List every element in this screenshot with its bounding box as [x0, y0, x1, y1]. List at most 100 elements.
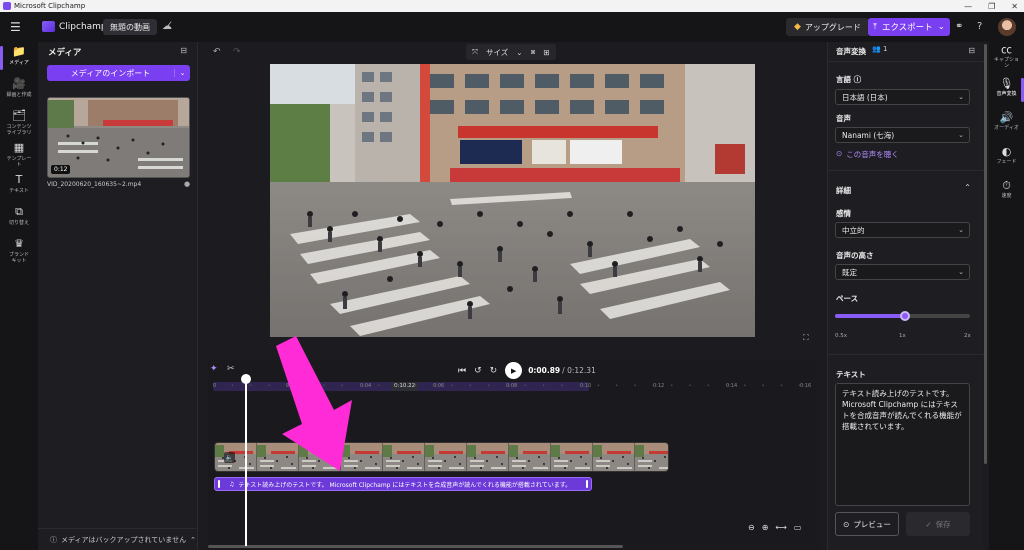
rail-item-audio[interactable]: 🔊 オーディオ — [989, 112, 1024, 132]
street-scene-preview — [270, 64, 755, 337]
export-button[interactable]: ⤒ エクスポート ⌄ — [868, 18, 950, 36]
backup-notice[interactable]: ⓘ メディアはバックアップされていません ⌃ — [38, 528, 198, 550]
rail-item-captions[interactable]: ㏄キャプション — [989, 44, 1024, 70]
timeline-scrollbar[interactable] — [208, 545, 623, 548]
undo-icon[interactable]: ↶ — [213, 47, 221, 57]
voice-count-badge: 👥 1 — [872, 45, 888, 53]
backup-notice-text: メディアはバックアップされていません — [61, 535, 187, 544]
magic-icon[interactable]: ✦ — [210, 364, 218, 374]
fullscreen-icon[interactable]: ⛶ — [803, 333, 809, 343]
ruler-tick-dot: • — [395, 383, 399, 389]
ruler-tick-dot: • — [761, 383, 765, 389]
crop-icon[interactable]: ⧈ — [531, 47, 536, 57]
ruler-tick-dot: • — [542, 383, 546, 389]
avatar[interactable] — [998, 18, 1016, 36]
close-panel-icon[interactable]: ⊟ — [968, 46, 975, 55]
video-preview[interactable] — [270, 64, 755, 337]
transitions-icon: ⧉ — [15, 205, 23, 218]
upgrade-button[interactable]: ◆ アップグレード — [786, 18, 869, 36]
maximize-button[interactable]: ❐ — [988, 2, 995, 11]
playhead[interactable] — [241, 374, 251, 546]
rail-item-library[interactable]: 🗂 コンテンツ ライブラリ — [0, 110, 38, 137]
trim-handle-left[interactable] — [218, 480, 220, 488]
preview-button[interactable]: ⊙ プレビュー — [835, 512, 899, 536]
media-status-icon: ● — [184, 180, 191, 188]
text-icon: T — [15, 173, 23, 186]
left-navigation-rail: 📁 メディア 🎥 録画と作成 🗂 コンテンツ ライブラリ ▦ テンプレート T テキスト ⧉ 切り替え ♛… — [0, 42, 38, 550]
rewind-5s-icon[interactable]: ↺ — [474, 366, 482, 376]
ruler-tick-label: 0:16 — [800, 383, 812, 389]
chevron-up-icon: ⌃ — [190, 535, 196, 544]
rail-item-label: フェード — [996, 159, 1017, 165]
rail-item-brand-kit[interactable]: ♛ ブランド キット — [0, 238, 38, 265]
play-button[interactable]: ▶ — [505, 362, 523, 379]
project-title[interactable]: 無題の動画 — [103, 19, 157, 35]
info-icon[interactable]: ⓘ — [854, 75, 862, 84]
caption-track-icon[interactable]: ▭ — [794, 523, 802, 532]
details-label: 詳細 — [836, 186, 851, 195]
forward-5s-icon[interactable]: ↻ — [490, 366, 498, 376]
size-button[interactable]: サイズ — [486, 47, 508, 58]
collapse-panel-icon[interactable]: ⊟ — [180, 46, 187, 55]
voice-value: Nanami (七海) — [842, 130, 895, 140]
zoom-in-icon[interactable]: ⊕ — [762, 523, 769, 532]
import-media-button[interactable]: メディアのインポート ⌄ — [47, 65, 190, 81]
ruler-tick-dot: • — [523, 383, 527, 389]
total-time: / 0:12.31 — [562, 366, 596, 375]
pace-slider[interactable] — [835, 311, 970, 321]
rail-item-mic[interactable]: 🎙 音声変換 — [989, 78, 1024, 102]
rail-item-fade[interactable]: ◐ フェード — [989, 146, 1024, 166]
clipchamp-logo-icon — [42, 21, 55, 32]
chevron-up-icon[interactable]: ⌃ — [964, 183, 971, 192]
chevron-down-icon: ⌄ — [958, 131, 964, 139]
rail-item-transitions[interactable]: ⧉ 切り替え — [0, 205, 38, 227]
emotion-select[interactable]: 中立的 ⌄ — [835, 222, 970, 238]
add-image-icon[interactable]: ⊞ — [543, 48, 549, 57]
pace-slider-thumb[interactable] — [900, 311, 911, 321]
rail-item-label: 録画と作成 — [6, 92, 32, 98]
voice-select[interactable]: Nanami (七海) ⌄ — [835, 127, 970, 143]
scissors-icon[interactable]: ✂ — [227, 364, 235, 374]
fit-timeline-icon[interactable]: ⟷ — [775, 523, 786, 532]
help-icon[interactable]: ? — [977, 21, 982, 32]
rail-item-speed[interactable]: ⏱ 速度 — [989, 179, 1024, 200]
redo-icon[interactable]: ↷ — [233, 47, 241, 57]
divider — [828, 61, 984, 62]
rail-item-label: オーディオ — [994, 125, 1019, 131]
minimize-button[interactable]: — — [964, 2, 972, 11]
audio-track-clip[interactable]: ♫ テキスト読み上げのテストです。 Microsoft Clipchamp には… — [214, 477, 592, 491]
current-time: 0:00.89 — [528, 366, 561, 375]
ruler-tick-dot: • — [780, 383, 783, 389]
cloud-off-icon[interactable]: ☁̸ — [162, 21, 172, 32]
playback-controls: ⏮ ↺ ↻ ▶ 0:00.89 / 0:12.31 — [458, 362, 596, 379]
mute-audio-icon[interactable]: 🔈 — [224, 452, 235, 463]
import-dropdown-icon[interactable]: ⌄ — [174, 69, 190, 77]
language-value: 日本語 (日本) — [842, 92, 888, 102]
save-button[interactable]: ✓ 保存 — [906, 512, 970, 536]
media-thumbnail[interactable]: 0:12 — [47, 97, 190, 178]
rail-item-label: ト — [16, 162, 22, 168]
tts-text-input[interactable]: テキスト読み上げのテストです。Microsoft Clipchamp にはテキス… — [835, 383, 970, 506]
rail-item-folder[interactable]: 📁 メディア — [0, 46, 38, 70]
trim-handle-right[interactable] — [586, 480, 588, 488]
language-select[interactable]: 日本語 (日本) ⌄ — [835, 89, 970, 105]
emotion-label: 感情 — [836, 209, 851, 218]
rail-item-camera[interactable]: 🎥 録画と作成 — [0, 78, 38, 99]
top-bar: ☰ Clipchamp 無題の動画 ☁̸ ◆ アップグレード ⤒ エクスポート … — [0, 12, 1024, 42]
zoom-out-icon[interactable]: ⊖ — [748, 523, 755, 532]
skip-back-icon[interactable]: ⏮ — [458, 366, 466, 376]
pace-slider-fill — [835, 314, 906, 318]
rail-item-label: 速度 — [1001, 193, 1012, 199]
ruler-tick-dot: • — [231, 383, 234, 389]
pitch-select[interactable]: 既定 ⌄ — [835, 264, 970, 280]
share-icon[interactable]: ⚭ — [955, 21, 963, 32]
rail-item-label: キット — [11, 258, 27, 264]
listen-voice-link[interactable]: ⊙ この音声を聴く — [836, 149, 899, 160]
close-window-button[interactable]: ✕ — [1011, 2, 1018, 11]
hamburger-menu-icon[interactable]: ☰ — [10, 20, 21, 34]
properties-panel: 音声変換 👥 1 ⊟ 言語 ⓘ 日本語 (日本) ⌄ 音声 Nanami (七海)… — [827, 42, 984, 550]
rail-item-templates[interactable]: ▦ テンプレート — [0, 142, 38, 169]
rail-item-text[interactable]: T テキスト — [0, 173, 38, 195]
ruler-tick-dot: • — [597, 383, 600, 389]
speed-icon: ⏱ — [1002, 179, 1011, 192]
